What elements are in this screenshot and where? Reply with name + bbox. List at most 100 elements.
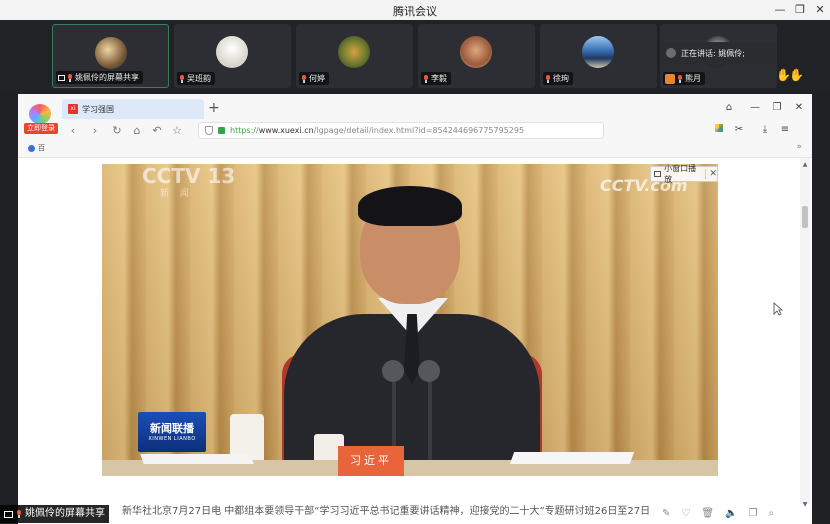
microphone-icon [418, 360, 440, 382]
baidu-icon [28, 144, 35, 152]
microphone-icon [382, 360, 404, 382]
bookmark-item[interactable]: 百 [28, 143, 45, 153]
screen-share-icon [4, 510, 13, 518]
download-icon[interactable]: ⤓ [758, 122, 772, 138]
menu-icon[interactable]: ≡ [778, 122, 792, 138]
mini-window-button[interactable]: 小窗口播放 ✕ [650, 164, 718, 184]
scrollbar-thumb[interactable] [802, 206, 808, 228]
speaker-hair [358, 186, 462, 226]
participant-label: 徐珣 [553, 74, 569, 83]
mouse-cursor-icon [773, 302, 783, 316]
mic-icon [301, 74, 307, 83]
participant-tile[interactable]: 徐珣 [540, 24, 657, 88]
vertical-scrollbar[interactable]: ▲ ▼ [800, 158, 810, 508]
channel-sub-watermark: 新 闻 [160, 189, 193, 199]
browser-close-button[interactable]: ✕ [792, 101, 806, 115]
home-icon[interactable]: ⌂ [130, 123, 144, 139]
article-caption: 新华社北京7月27日电 中都组本要领导干部“学习习近平总书记重要讲话精神，迎接党… [122, 506, 651, 516]
avatar [95, 37, 127, 69]
scissors-icon[interactable]: ✂ [732, 122, 746, 138]
logo-icon [29, 104, 51, 124]
close-button[interactable]: ✕ [812, 2, 828, 18]
bookmark-label: 百 [38, 144, 45, 152]
reaction-icons[interactable]: ✋✋ [776, 68, 812, 82]
browser-minimize-button[interactable]: — [748, 101, 762, 115]
minimize-button[interactable]: — [772, 2, 788, 18]
mic-icon [677, 74, 683, 83]
navigation-bar: ‹ › ↻ ⌂ ↶ ☆ https://www.xuexi.cn/lgpage/… [62, 122, 812, 140]
participant-name: 何婷 [299, 72, 329, 85]
participant-name: 熊月 [663, 72, 705, 85]
search-icon[interactable]: ⌕ [768, 508, 774, 519]
scroll-up-icon[interactable]: ▲ [800, 160, 810, 170]
participant-tile[interactable]: 姚佩伶的屏幕共享 [52, 24, 169, 88]
new-tab-button[interactable]: + [208, 100, 222, 116]
more-bookmarks-icon[interactable]: » [796, 142, 802, 152]
tab-title: 学习强国 [82, 104, 114, 114]
avatar [216, 36, 248, 68]
participant-name: 吴班韵 [177, 72, 215, 85]
avatar [460, 36, 492, 68]
participant-name: 姚佩伶的屏幕共享 [56, 71, 143, 84]
copy-icon[interactable]: ❐ [749, 508, 758, 519]
shirt-icon[interactable]: ⌂ [722, 101, 736, 115]
title-bar: 腾讯会议 — ❐ ✕ [0, 0, 830, 20]
pen-icon[interactable]: ✎ [662, 508, 670, 519]
volume-icon[interactable]: 🔈 [725, 508, 737, 519]
avatar [582, 36, 614, 68]
video-player[interactable]: 习近平 CCTV 13 新 闻 CCTV.com 小窗口播放 ✕ 新闻联播 XI… [102, 164, 718, 476]
forward-icon[interactable]: › [88, 123, 102, 139]
avatar [338, 36, 370, 68]
speaker-avatar-icon [666, 48, 676, 58]
participant-label: 姚佩伶的屏幕共享 [75, 73, 139, 82]
participant-label: 吴班韵 [187, 74, 211, 83]
nameplate: 习近平 [338, 446, 404, 476]
browser-tabbar: 立即登录 xi 学习强国 + ⌂ — ❐ ✕ ‹ › ↻ ⌂ ↶ ☆ https… [18, 94, 812, 140]
star-icon[interactable]: ☆ [170, 123, 184, 139]
favicon-icon: xi [68, 104, 78, 114]
url-text: https://www.xuexi.cn/lgpage/detail/index… [230, 126, 525, 135]
shared-screen: 立即登录 xi 学习强国 + ⌂ — ❐ ✕ ‹ › ↻ ⌂ ↶ ☆ https… [18, 94, 812, 524]
browser-restore-button[interactable]: ❐ [770, 101, 784, 115]
participant-name: 李毅 [421, 72, 451, 85]
bookmarks-bar: 百 » [18, 140, 812, 158]
reload-icon[interactable]: ↻ [110, 123, 124, 139]
mic-icon [423, 74, 429, 83]
program-logo: 新闻联播 XINWEN LIANBO [138, 412, 206, 452]
participant-label: 熊月 [685, 74, 701, 83]
participant-tile[interactable]: 吴班韵 [174, 24, 291, 88]
screen-share-text: 姚佩伶的屏幕共享 [25, 508, 105, 519]
papers [509, 452, 635, 464]
address-bar[interactable]: https://www.xuexi.cn/lgpage/detail/index… [198, 122, 604, 139]
participant-label: 何婷 [309, 74, 325, 83]
mic-icon [67, 73, 73, 82]
restore-button[interactable]: ❐ [792, 2, 808, 18]
participant-label: 李毅 [431, 74, 447, 83]
program-logo-sub: XINWEN LIANBO [148, 436, 196, 442]
mini-window-close-icon[interactable]: ✕ [705, 169, 717, 179]
mini-window-label: 小窗口播放 [664, 164, 697, 184]
papers [140, 454, 254, 464]
speaking-indicator: 正在讲话: 姚佩伶; [660, 42, 776, 64]
mic-icon [179, 74, 185, 83]
window-title: 腾讯会议 [393, 5, 437, 18]
lock-icon [218, 127, 225, 134]
trash-icon[interactable]: 🗑 [701, 508, 714, 519]
screen-share-icon [58, 74, 65, 81]
apps-icon[interactable] [712, 122, 726, 138]
participant-name: 徐珣 [543, 72, 573, 85]
browser-tab[interactable]: xi 学习强国 [62, 99, 204, 119]
screen-share-label: 姚佩伶的屏幕共享 [0, 505, 109, 523]
user-icon [665, 73, 675, 84]
shield-icon [205, 126, 213, 135]
heart-icon[interactable]: ♡ [681, 508, 690, 519]
participant-tile[interactable]: 何婷 [296, 24, 413, 88]
login-label: 立即登录 [24, 123, 58, 134]
participant-tile[interactable]: 李毅 [418, 24, 535, 88]
speaking-label: 正在讲话: 姚佩伶; [681, 48, 745, 58]
browser-logo[interactable]: 立即登录 [24, 104, 58, 136]
undo-icon[interactable]: ↶ [150, 123, 164, 139]
participant-strip: 姚佩伶的屏幕共享 吴班韵 何婷 李毅 徐珣 熊月 正在讲话: 姚佩伶; ✋✋ [0, 20, 830, 92]
channel-watermark: CCTV 13 [142, 164, 236, 188]
back-icon[interactable]: ‹ [66, 123, 80, 139]
